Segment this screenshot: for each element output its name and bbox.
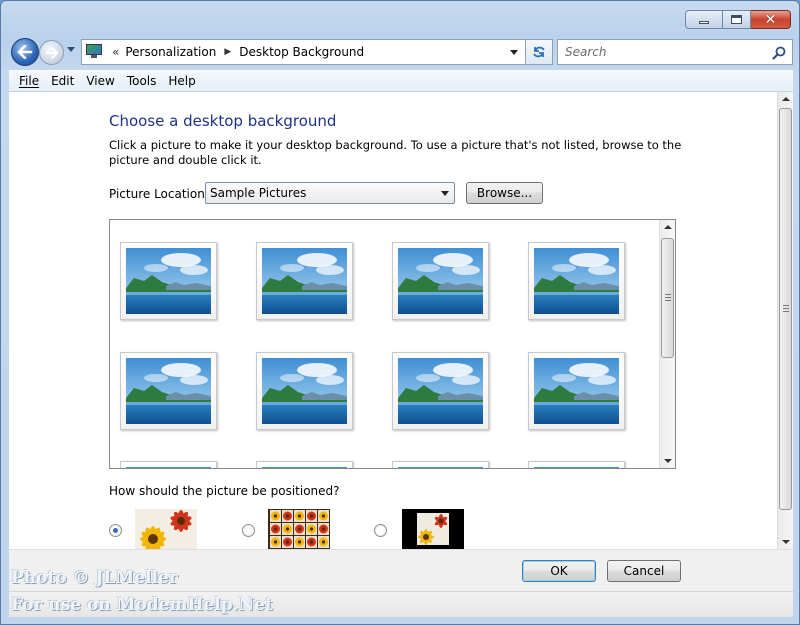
content-pane: Choose a desktop background Click a pict…	[9, 92, 777, 549]
minimize-button[interactable]	[685, 10, 723, 29]
page-title: Choose a desktop background	[109, 112, 337, 130]
chevron-down-icon	[441, 191, 449, 196]
control-panel-icon	[86, 44, 104, 60]
close-button[interactable]: ✕	[751, 10, 791, 29]
wallpaper-thumbnail[interactable]	[392, 352, 489, 430]
address-dropdown-icon[interactable]	[510, 50, 518, 55]
menu-bar: File Edit View Tools Help	[9, 70, 793, 92]
window-frame: ✕ « Personalization ▶ Desktop Background…	[0, 0, 800, 625]
menu-file[interactable]: File	[13, 74, 45, 88]
address-bar[interactable]: « Personalization ▶ Desktop Background	[81, 39, 527, 65]
recent-pages-dropdown-icon[interactable]	[67, 47, 75, 52]
back-button[interactable]	[11, 38, 39, 66]
forward-arrow-icon	[45, 46, 58, 59]
scroll-up-icon[interactable]	[664, 225, 672, 229]
picture-gallery	[109, 219, 676, 469]
picture-location-select[interactable]: Sample Pictures	[205, 182, 455, 204]
wallpaper-thumbnail[interactable]	[528, 352, 625, 430]
search-input[interactable]	[558, 45, 758, 59]
minimize-icon	[699, 21, 709, 24]
breadcrumb-separator-icon[interactable]: ▶	[224, 47, 231, 57]
picture-location-label: Picture Location	[109, 187, 205, 201]
refresh-icon	[533, 46, 545, 58]
position-center-radio[interactable]	[374, 524, 387, 537]
page-description: Click a picture to make it your desktop …	[109, 138, 682, 167]
browse-button[interactable]: Browse...	[466, 182, 543, 204]
breadcrumb-personalization[interactable]: Personalization	[125, 45, 216, 59]
wallpaper-thumbnail[interactable]	[256, 352, 353, 430]
wallpaper-thumbnail[interactable]	[120, 461, 217, 468]
wallpaper-thumbnail[interactable]	[392, 242, 489, 320]
page-scroll-thumb[interactable]	[779, 108, 792, 510]
page-scroll-up-icon[interactable]	[782, 97, 790, 101]
wallpaper-thumbnail[interactable]	[528, 242, 625, 320]
page-scroll-down-icon[interactable]	[782, 540, 790, 544]
search-icon[interactable]	[772, 46, 786, 60]
refresh-button[interactable]	[525, 39, 553, 65]
navigation-bar: « Personalization ▶ Desktop Background	[9, 37, 793, 67]
watermark-line-1: Photo © JLMeller	[11, 568, 178, 588]
wallpaper-thumbnail[interactable]	[392, 461, 489, 468]
gallery-scroll-thumb[interactable]	[661, 238, 674, 358]
search-box[interactable]	[557, 39, 793, 65]
ok-button[interactable]: OK	[522, 560, 596, 582]
position-question: How should the picture be positioned?	[109, 484, 340, 498]
wallpaper-thumbnail[interactable]	[256, 461, 353, 468]
wallpaper-thumbnail[interactable]	[256, 242, 353, 320]
picture-location-value: Sample Pictures	[210, 186, 307, 200]
menu-tools[interactable]: Tools	[121, 74, 163, 88]
position-fill-preview[interactable]	[135, 509, 197, 549]
breadcrumb-desktop-background[interactable]: Desktop Background	[239, 45, 364, 59]
page-scrollbar[interactable]	[777, 92, 793, 549]
caption-buttons: ✕	[685, 10, 791, 29]
watermark-line-2: For use on ModemHelp.Net	[11, 595, 273, 615]
gallery-scrollbar[interactable]	[659, 220, 675, 468]
maximize-icon	[731, 15, 742, 24]
position-fill-radio[interactable]	[109, 524, 122, 537]
wallpaper-thumbnail[interactable]	[528, 461, 625, 468]
position-center-preview[interactable]	[402, 509, 464, 549]
forward-button[interactable]	[39, 40, 64, 65]
scroll-down-icon[interactable]	[664, 459, 672, 463]
maximize-button[interactable]	[723, 10, 751, 29]
wallpaper-thumbnail[interactable]	[120, 242, 217, 320]
breadcrumb-overflow-icon[interactable]: «	[112, 45, 119, 59]
wallpaper-thumbnail[interactable]	[120, 352, 217, 430]
menu-edit[interactable]: Edit	[45, 74, 80, 88]
back-arrow-icon	[17, 45, 33, 59]
cancel-button[interactable]: Cancel	[607, 560, 681, 582]
menu-view[interactable]: View	[80, 74, 120, 88]
position-tile-preview[interactable]	[268, 509, 330, 549]
menu-help[interactable]: Help	[162, 74, 201, 88]
position-tile-radio[interactable]	[242, 524, 255, 537]
close-icon: ✕	[764, 11, 777, 28]
